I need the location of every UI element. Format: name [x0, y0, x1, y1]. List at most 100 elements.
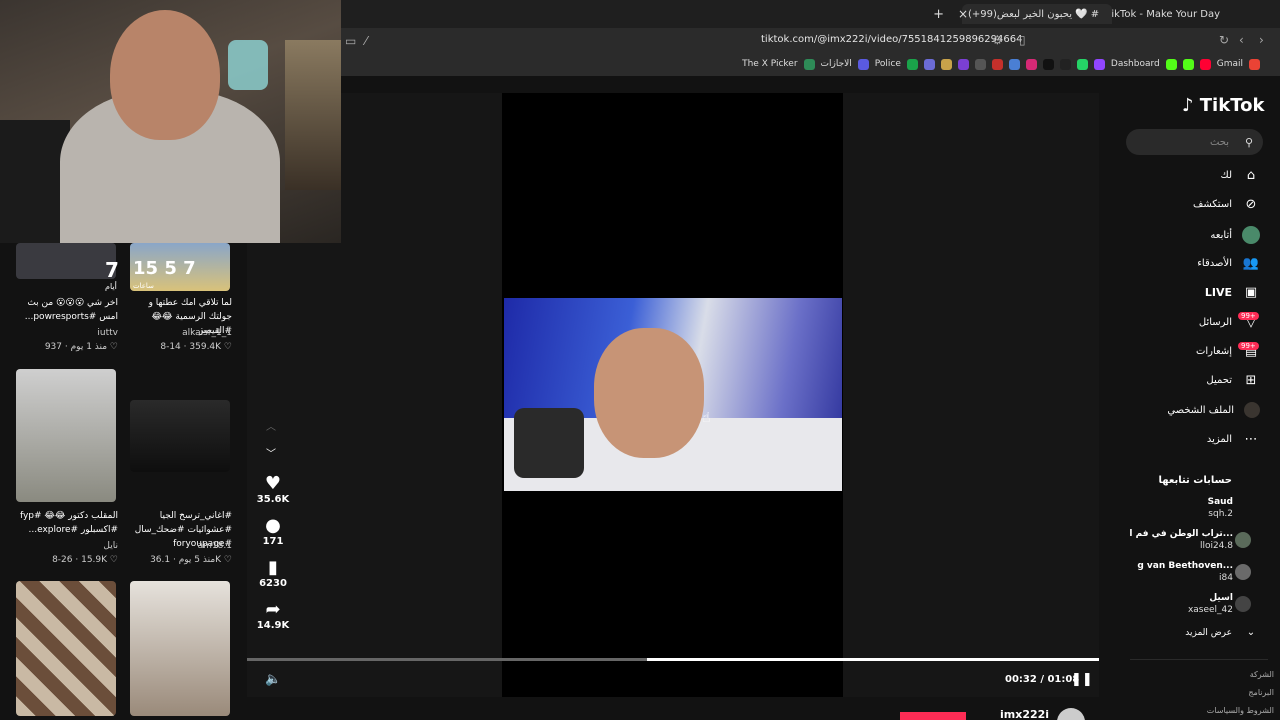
account-handle: sqh.2: [1208, 509, 1233, 519]
account-handle: i84: [1219, 573, 1233, 583]
feed-likes: 15.9K: [81, 555, 108, 565]
site-icon[interactable]: [957, 58, 969, 70]
feed-stats: منذ 1 يوم · 937 ♡: [44, 342, 118, 352]
feed-thumbnail[interactable]: [16, 369, 116, 502]
feed-thumbnail[interactable]: [130, 581, 230, 716]
bookmark-police[interactable]: Police: [875, 59, 901, 69]
bookmarks-bar: The X Picker الاجازات Police Dashboard G…: [341, 52, 1280, 76]
following-account[interactable]: g van Beethoven... i84: [1137, 560, 1233, 584]
feed-thumbnail[interactable]: [130, 400, 230, 472]
nav-label: لك: [1220, 170, 1232, 181]
url-field[interactable]: tiktok.com/@imx222i/video/75518412598962…: [761, 34, 1022, 45]
share-count: 14.9K: [256, 620, 290, 631]
nav-profile[interactable]: الملف الشخصي: [1167, 402, 1260, 418]
twitch-icon[interactable]: [1093, 58, 1105, 70]
feed-date: منذ 1 يوم: [70, 342, 108, 352]
action-bar: ♥ 35.6K ● 171 ▮ 6230 ➦ 14.9K: [255, 415, 291, 641]
show-more-label: عرض المزيد: [1185, 627, 1232, 638]
video-progress-bar[interactable]: [247, 658, 1099, 661]
feed-author[interactable]: am18.1: [130, 541, 232, 551]
nav-live[interactable]: ▣ LIVE: [1205, 285, 1260, 300]
tab-tiktok-video[interactable]: (+99)يحبون الخير لبعض 🤍 #: [962, 4, 1112, 24]
tiktok-note-icon: ♪: [1182, 95, 1194, 116]
new-tab-button[interactable]: +: [933, 4, 944, 24]
heart-icon: ♥: [264, 473, 282, 494]
bookmark-gmail[interactable]: Gmail: [1217, 59, 1243, 69]
divider: [1130, 659, 1268, 660]
site-icon[interactable]: [923, 58, 935, 70]
avatar[interactable]: [1235, 596, 1251, 612]
search-input[interactable]: بحث ⚲: [1126, 129, 1263, 155]
footer-company[interactable]: الشركة: [1250, 670, 1274, 679]
nav-friends[interactable]: 👥 الأصدقاء: [1197, 256, 1260, 271]
youtube-icon[interactable]: [1199, 58, 1211, 70]
github-icon[interactable]: [974, 58, 986, 70]
sidebar-toggle-icon[interactable]: ▭: [345, 34, 356, 48]
feed-caption[interactable]: اخر شي 😮😮😮 من بث امس #powresports...: [16, 296, 118, 324]
feed-date: منذ 5 يوم: [178, 555, 216, 565]
nav-label: الرسائل: [1198, 317, 1232, 328]
save-button[interactable]: ▮ 6230: [255, 557, 291, 589]
feed-author[interactable]: iuttv: [16, 328, 118, 338]
feed-thumbnail[interactable]: [16, 243, 116, 279]
footer-terms[interactable]: الشروط والسياسات: [1207, 706, 1274, 715]
more-icon: ⋯: [1244, 432, 1258, 447]
footer-program[interactable]: البرنامج: [1248, 688, 1274, 697]
webcam-shelf: [285, 40, 341, 190]
avatar[interactable]: [1235, 564, 1251, 580]
video-author[interactable]: imx222i: [1000, 708, 1049, 720]
bookmark-icon[interactable]: ▯: [1019, 33, 1026, 47]
bookmark-xpicker[interactable]: The X Picker: [742, 59, 797, 69]
following-account[interactable]: تراب الوطن في فم ا... lloi24.8: [1129, 528, 1233, 552]
video-time: 00:32 / 01:08: [1005, 674, 1080, 685]
share-button[interactable]: ➦ 14.9K: [255, 599, 291, 631]
site-icon[interactable]: [940, 58, 952, 70]
nav-following[interactable]: أتابعه: [1210, 226, 1260, 244]
nav-more[interactable]: ⋯ المزيد: [1207, 432, 1260, 447]
tiktok-logo[interactable]: ♪ TikTok: [1182, 95, 1264, 116]
feed-author[interactable]: alkaisr_1_1: [130, 328, 232, 338]
account-handle: lloi24.8: [1199, 541, 1233, 551]
author-avatar[interactable]: [1057, 708, 1085, 720]
nav-for-you[interactable]: ⌂ لك: [1221, 168, 1260, 183]
x-icon[interactable]: [1059, 58, 1071, 70]
pause-icon[interactable]: ❚❚: [1071, 672, 1093, 687]
site-settings-icon[interactable]: ⚙: [992, 33, 1003, 47]
nav-upload[interactable]: ⊞ تحميل: [1206, 373, 1260, 388]
forward-icon[interactable]: ›: [1259, 33, 1264, 47]
volume-icon[interactable]: 🔈: [265, 672, 281, 687]
feed-thumbnail[interactable]: [16, 581, 116, 716]
nav-explore[interactable]: ⊘ استكشف: [1193, 197, 1260, 212]
kick-icon[interactable]: [1182, 58, 1194, 70]
comment-button[interactable]: ● 171: [255, 515, 291, 547]
search-placeholder: بحث: [1209, 136, 1229, 148]
bookmark-dashboard[interactable]: Dashboard: [1111, 59, 1160, 69]
live-icon: ▣: [1244, 285, 1258, 300]
following-title: حسابات تتابعها: [1158, 475, 1232, 486]
reload-icon[interactable]: ↻: [1219, 33, 1229, 47]
avatar[interactable]: [1235, 532, 1251, 548]
video-frame[interactable]: [504, 298, 842, 491]
close-tab-button[interactable]: ×: [958, 4, 968, 24]
extensions-icon[interactable]: ⁄: [365, 34, 367, 48]
follow-button[interactable]: [900, 712, 966, 720]
site-icon[interactable]: [1008, 58, 1020, 70]
tiktok-icon[interactable]: [1042, 58, 1054, 70]
following-account[interactable]: اسيل xaseel_42: [1188, 592, 1233, 616]
feed-caption[interactable]: المقلب دكتور 😂😂 #fyp #اكسبلور #explore..…: [16, 509, 118, 537]
account-name: g van Beethoven...: [1137, 561, 1233, 571]
feed-author[interactable]: نايل: [16, 541, 118, 551]
feed-count: 15 5 7: [133, 258, 196, 279]
show-more-button[interactable]: ⌄ عرض المزيد: [1185, 627, 1260, 638]
back-icon[interactable]: ‹: [1239, 33, 1244, 47]
nav-label: تحميل: [1206, 375, 1232, 386]
instagram-icon[interactable]: [1025, 58, 1037, 70]
youtube-icon[interactable]: [991, 58, 1003, 70]
search-icon: ⚲: [1244, 135, 1253, 149]
account-name: تراب الوطن في فم ا...: [1129, 529, 1233, 539]
whatsapp-icon[interactable]: [1076, 58, 1088, 70]
bookmark-holidays[interactable]: الاجازات: [821, 59, 852, 69]
logo-text: TikTok: [1199, 95, 1265, 116]
like-button[interactable]: ♥ 35.6K: [255, 473, 291, 505]
following-account[interactable]: Saud sqh.2: [1208, 496, 1233, 520]
